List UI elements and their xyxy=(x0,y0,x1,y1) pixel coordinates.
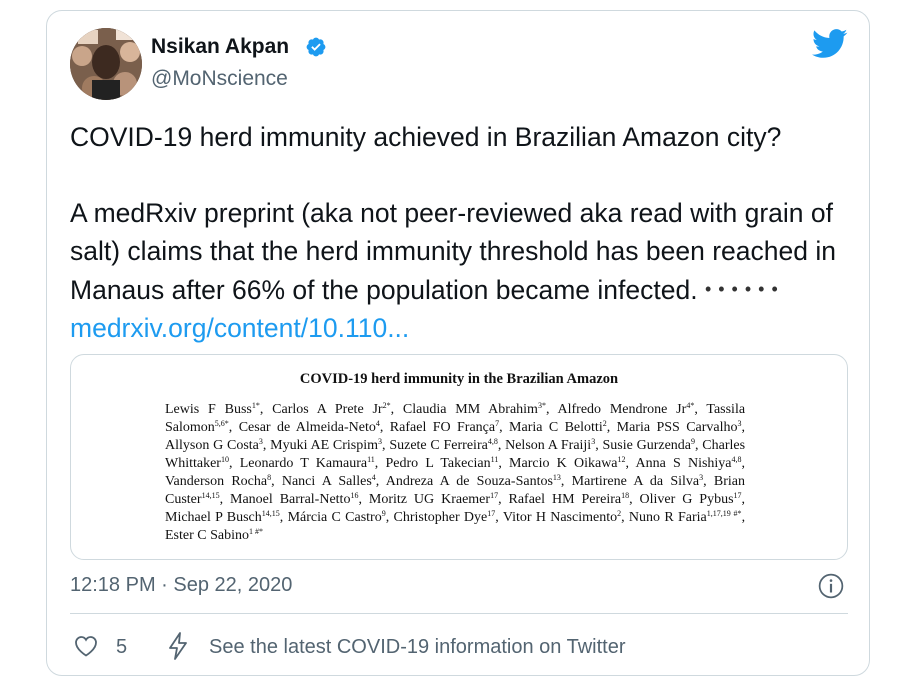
author-affiliation: 11 xyxy=(367,455,375,464)
author-entry: Nuno R Faria xyxy=(628,510,707,525)
like-count[interactable]: 5 xyxy=(116,636,127,659)
author-entry: Cesar de Almeida-Neto xyxy=(238,420,376,435)
tweet-link[interactable]: medrxiv.org/content/10.110... xyxy=(70,313,409,343)
author-affiliation: 1* xyxy=(251,401,260,410)
author-affiliation: 4* xyxy=(686,401,695,410)
author-entry: Rafael FO França xyxy=(389,420,496,435)
author-affiliation: 1,17,19 #* xyxy=(706,509,742,518)
author-entry: Nelson A Fraiji xyxy=(505,438,592,453)
twitter-bird-icon[interactable] xyxy=(812,29,848,59)
author-affiliation: 16 xyxy=(350,491,359,500)
author-entry: Anna S Nishiya xyxy=(635,456,732,471)
divider xyxy=(70,613,848,614)
author-affiliation: 14,15 xyxy=(201,491,220,500)
author-affiliation: 12 xyxy=(617,455,626,464)
author-entry: Susie Gurzenda xyxy=(602,438,692,453)
covid-info-link[interactable]: See the latest COVID-19 information on T… xyxy=(209,636,626,659)
author-entry: Maria PSS Carvalho xyxy=(616,420,738,435)
author-entry: Vanderson Rocha xyxy=(165,474,268,489)
author-affiliation: 3 xyxy=(699,473,704,482)
author-entry: Lewis F Buss xyxy=(165,402,252,417)
tweet-body: A medRxiv preprint (aka not peer-reviewe… xyxy=(70,194,860,347)
author-affiliation: 3 xyxy=(737,419,742,428)
author-entry: Andreza A de Souza-Santos xyxy=(385,474,553,489)
author-affiliation: 5,6* xyxy=(214,419,229,428)
author-entry: Suzete C Ferreira xyxy=(389,438,488,453)
author-affiliation: 9 xyxy=(381,509,386,518)
author-affiliation: 4 xyxy=(375,419,380,428)
author-affiliation: 7 xyxy=(495,419,500,428)
author-affiliation: 4,8 xyxy=(487,437,498,446)
author-entry: Pedro L Takecian xyxy=(385,456,491,471)
author-affiliation: 2 xyxy=(617,509,622,518)
author-entry: Márcia C Castro xyxy=(287,510,382,525)
author-affiliation: 1 #* xyxy=(249,527,263,536)
link-preview-card[interactable]: COVID-19 herd immunity in the Brazilian … xyxy=(70,354,848,560)
dots-emoji: • • • • • • xyxy=(704,279,779,299)
author-entry: Rafael HM Pereira xyxy=(508,492,622,507)
tweet-card: Nsikan Akpan @MoNscience COVID-19 herd i… xyxy=(46,10,870,676)
author-entry: Myuki AE Crispim xyxy=(270,438,379,453)
author-entry: Nanci A Salles xyxy=(281,474,372,489)
author-entry: Michael P Busch xyxy=(165,510,262,525)
author-affiliation: 4,8 xyxy=(731,455,742,464)
author-affiliation: 17 xyxy=(490,491,499,500)
author-entry: Claudia MM Abrahim xyxy=(402,402,538,417)
author-affiliation: 8 xyxy=(267,473,272,482)
heart-icon[interactable] xyxy=(74,635,98,657)
avatar[interactable] xyxy=(70,28,142,100)
author-entry: Manoel Barral-Netto xyxy=(230,492,351,507)
author-handle[interactable]: @MoNscience xyxy=(151,67,288,91)
author-affiliation: 11 xyxy=(490,455,499,464)
author-entry: Ester C Sabino xyxy=(165,528,249,543)
author-entry: Christopher Dye xyxy=(393,510,488,525)
author-affiliation: 3 xyxy=(258,437,263,446)
author-entry: Leonardo T Kamaura xyxy=(239,456,368,471)
author-affiliation: 18 xyxy=(621,491,630,500)
author-affiliation: 13 xyxy=(552,473,561,482)
author-affiliation: 4 xyxy=(371,473,376,482)
author-name[interactable]: Nsikan Akpan xyxy=(151,35,289,59)
lightning-bolt-icon xyxy=(169,632,187,660)
author-affiliation: 17 xyxy=(487,509,496,518)
author-affiliation: 9 xyxy=(691,437,696,446)
paper-authors: Lewis F Buss1*, Carlos A Prete Jr2*, Cla… xyxy=(165,401,746,544)
tweet-headline: COVID-19 herd immunity achieved in Brazi… xyxy=(70,122,782,152)
author-entry: Carlos A Prete Jr xyxy=(272,402,383,417)
author-entry: Oliver G Pybus xyxy=(639,492,734,507)
info-icon[interactable] xyxy=(818,573,844,599)
tweet-timestamp[interactable]: 12:18 PM · Sep 22, 2020 xyxy=(70,574,292,597)
author-affiliation: 3 xyxy=(591,437,596,446)
author-affiliation: 2 xyxy=(602,419,607,428)
author-affiliation: 2* xyxy=(382,401,391,410)
author-affiliation: 3* xyxy=(537,401,546,410)
author-entry: Vitor H Nascimento xyxy=(502,510,618,525)
author-affiliation: 10 xyxy=(220,455,229,464)
author-affiliation: 3 xyxy=(378,437,383,446)
author-entry: Martirene A da Silva xyxy=(571,474,700,489)
author-entry: Allyson G Costa xyxy=(165,438,259,453)
tweet-text: COVID-19 herd immunity achieved in Brazi… xyxy=(70,118,860,347)
author-entry: Maria C Belotti xyxy=(509,420,603,435)
author-entry: Moritz UG Kraemer xyxy=(368,492,491,507)
paper-title: COVID-19 herd immunity in the Brazilian … xyxy=(299,371,619,387)
author-entry: Alfredo Mendrone Jr xyxy=(557,402,687,417)
author-entry: Marcio K Oikawa xyxy=(509,456,618,471)
author-affiliation: 17 xyxy=(733,491,742,500)
author-affiliation: 14,15 xyxy=(261,509,280,518)
verified-badge-icon xyxy=(306,37,326,57)
